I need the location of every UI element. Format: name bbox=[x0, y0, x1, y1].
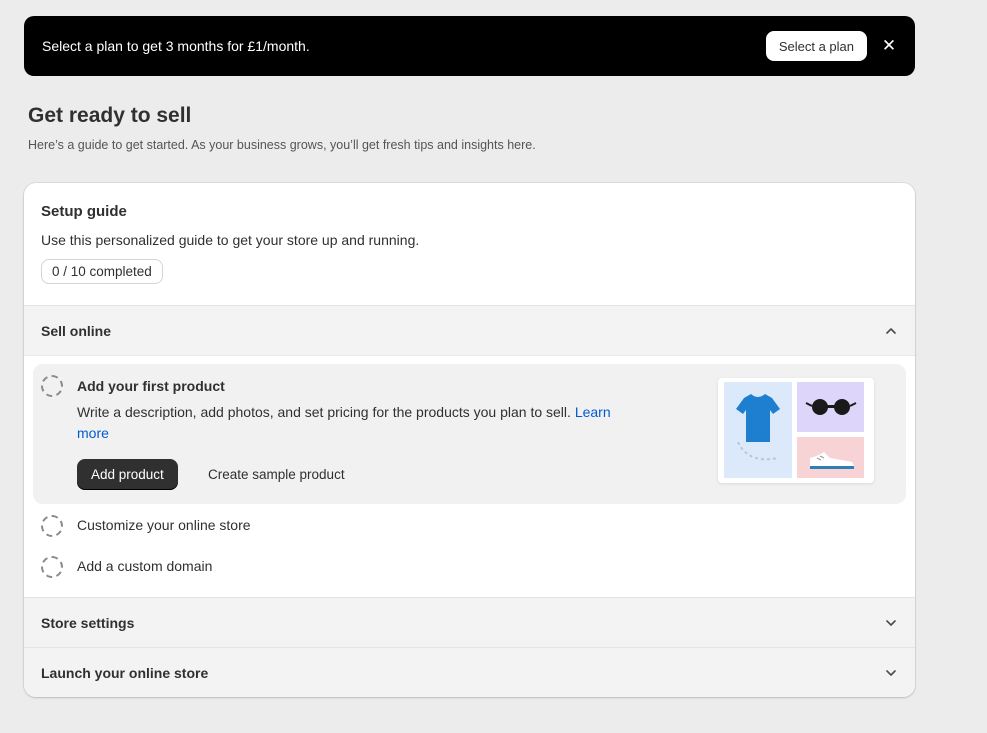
page-title: Get ready to sell bbox=[28, 104, 192, 127]
select-plan-button[interactable]: Select a plan bbox=[765, 31, 867, 61]
task-checkbox[interactable] bbox=[41, 556, 63, 578]
task-description-text: Write a description, add photos, and set… bbox=[77, 404, 571, 420]
setup-guide-title: Setup guide bbox=[41, 203, 127, 220]
section-title: Sell online bbox=[41, 322, 112, 339]
promo-banner: Select a plan to get 3 months for £1/mon… bbox=[24, 16, 915, 76]
setup-guide-description: Use this personalized guide to get your … bbox=[41, 232, 420, 248]
setup-guide-card: Setup guide Use this personalized guide … bbox=[24, 183, 915, 697]
section-launch-online-store[interactable]: Launch your online store bbox=[24, 647, 915, 697]
close-icon[interactable]: ✕ bbox=[881, 36, 897, 56]
chevron-up-icon[interactable] bbox=[884, 324, 898, 338]
add-product-button[interactable]: Add product bbox=[77, 459, 178, 490]
section-title: Store settings bbox=[41, 614, 135, 631]
page-subtitle: Here’s a guide to get started. As your b… bbox=[28, 138, 536, 152]
product-illustration bbox=[718, 378, 874, 483]
create-sample-product-button[interactable]: Create sample product bbox=[208, 459, 345, 490]
setup-guide-header: Setup guide Use this personalized guide … bbox=[24, 183, 915, 305]
chevron-down-icon[interactable] bbox=[884, 666, 898, 680]
task-customize-online-store[interactable]: Customize your online store bbox=[77, 517, 251, 533]
task-checkbox[interactable] bbox=[41, 515, 63, 537]
task-title: Add your first product bbox=[77, 378, 225, 394]
progress-badge: 0 / 10 completed bbox=[41, 259, 163, 284]
section-title: Launch your online store bbox=[41, 664, 209, 681]
task-add-custom-domain[interactable]: Add a custom domain bbox=[77, 558, 212, 574]
task-checkbox[interactable] bbox=[41, 375, 63, 397]
section-store-settings[interactable]: Store settings bbox=[24, 597, 915, 647]
task-description: Write a description, add photos, and set… bbox=[77, 402, 617, 444]
section-sell-online[interactable]: Sell online bbox=[24, 305, 915, 356]
sell-online-tasks: Add your first product Write a descripti… bbox=[24, 356, 915, 597]
chevron-down-icon[interactable] bbox=[884, 616, 898, 630]
banner-text: Select a plan to get 3 months for £1/mon… bbox=[42, 38, 310, 54]
